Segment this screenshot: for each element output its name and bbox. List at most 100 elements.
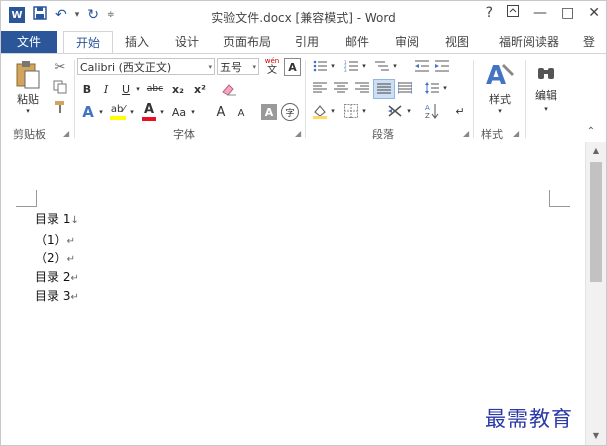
watermark-logo: 最需教育 bbox=[485, 407, 573, 431]
subscript-button[interactable]: x₂ bbox=[169, 80, 187, 98]
line-spacing-icon[interactable] bbox=[423, 80, 441, 96]
help-button[interactable]: ? bbox=[486, 5, 493, 21]
binoculars-icon[interactable] bbox=[531, 60, 561, 86]
underline-dropdown-icon[interactable]: ▾ bbox=[134, 80, 142, 98]
align-right-icon[interactable] bbox=[353, 80, 371, 96]
change-case-dropdown-icon[interactable]: ▾ bbox=[189, 102, 197, 122]
chinese-layout-dropdown-icon[interactable]: ▾ bbox=[405, 102, 413, 120]
phonetic-guide-button[interactable]: wén 文 bbox=[263, 55, 281, 77]
superscript-button[interactable]: x² bbox=[191, 80, 209, 98]
doc-paragraph[interactable]: 目录 2↵ bbox=[35, 268, 79, 285]
sort-icon[interactable]: AZ bbox=[423, 102, 441, 120]
clipboard-launcher-icon[interactable]: ◢ bbox=[63, 129, 69, 138]
bold-button[interactable]: B bbox=[79, 80, 95, 98]
paragraph-mark: ↵ bbox=[70, 273, 79, 284]
paragraph-mark: ↓ bbox=[70, 215, 79, 226]
paste-icon[interactable] bbox=[11, 58, 45, 92]
doc-paragraph[interactable]: 目录 3↵ bbox=[35, 287, 79, 304]
align-center-icon[interactable] bbox=[332, 80, 350, 96]
paste-label[interactable]: 粘贴 bbox=[11, 92, 45, 106]
italic-button[interactable]: I bbox=[98, 80, 114, 98]
shading-dropdown-icon[interactable]: ▾ bbox=[329, 102, 337, 120]
minimize-button[interactable]: — bbox=[533, 5, 547, 21]
paragraph-launcher-icon[interactable]: ◢ bbox=[463, 129, 469, 138]
show-paragraph-marks-icon[interactable]: ↵ bbox=[451, 102, 469, 120]
cut-icon[interactable]: ✂ bbox=[51, 58, 69, 76]
font-launcher-icon[interactable]: ◢ bbox=[295, 129, 301, 138]
scroll-down-icon[interactable]: ▼ bbox=[590, 430, 602, 442]
tab-home[interactable]: 开始 bbox=[63, 31, 113, 54]
numbering-icon[interactable]: 123 bbox=[342, 58, 360, 74]
styles-icon[interactable]: A bbox=[481, 58, 519, 92]
font-group-label: 字体 bbox=[173, 128, 195, 141]
paste-dropdown-icon[interactable]: ▾ bbox=[21, 106, 35, 116]
doc-paragraph[interactable]: （1）↵ bbox=[35, 231, 75, 248]
character-border-button[interactable]: A bbox=[284, 58, 301, 76]
doc-paragraph[interactable]: 目录 1↓ bbox=[35, 210, 79, 227]
format-painter-icon[interactable] bbox=[51, 98, 69, 116]
vertical-scrollbar[interactable]: ▲ ▼ bbox=[585, 142, 606, 445]
styles-launcher-icon[interactable]: ◢ bbox=[513, 129, 519, 138]
tab-review[interactable]: 审阅 bbox=[385, 31, 429, 53]
grow-font-button[interactable]: A bbox=[213, 102, 229, 122]
scroll-up-icon[interactable]: ▲ bbox=[590, 145, 602, 157]
group-divider bbox=[473, 60, 474, 138]
decrease-indent-icon[interactable] bbox=[413, 58, 431, 74]
font-color-button[interactable]: A bbox=[140, 102, 158, 122]
character-shading-button[interactable]: A bbox=[261, 104, 277, 120]
text-highlight-button[interactable]: ab⁄ bbox=[108, 102, 128, 122]
clear-formatting-icon[interactable] bbox=[219, 80, 239, 98]
collapse-ribbon-icon[interactable]: ⌃ bbox=[583, 124, 599, 138]
bullets-icon[interactable] bbox=[311, 58, 329, 74]
shading-icon[interactable] bbox=[311, 102, 329, 120]
copy-icon[interactable] bbox=[51, 78, 69, 96]
justify-icon[interactable] bbox=[373, 79, 395, 99]
tab-view[interactable]: 视图 bbox=[435, 31, 479, 53]
tab-insert[interactable]: 插入 bbox=[115, 31, 159, 53]
styles-label[interactable]: 样式 bbox=[481, 92, 519, 106]
multilevel-list-icon[interactable] bbox=[373, 58, 391, 74]
ribbon-display-options-button[interactable] bbox=[507, 5, 520, 21]
text-effects-icon[interactable]: A bbox=[79, 102, 97, 122]
bullets-dropdown-icon[interactable]: ▾ bbox=[329, 58, 337, 74]
line-spacing-dropdown-icon[interactable]: ▾ bbox=[441, 80, 449, 96]
tab-design[interactable]: 设计 bbox=[165, 31, 209, 53]
tab-sign-in[interactable]: 登 bbox=[577, 31, 601, 53]
increase-indent-icon[interactable] bbox=[433, 58, 451, 74]
underline-button[interactable]: U bbox=[118, 80, 134, 98]
document-area[interactable] bbox=[1, 142, 585, 445]
multilevel-dropdown-icon[interactable]: ▾ bbox=[391, 58, 399, 74]
tab-page-layout[interactable]: 页面布局 bbox=[215, 31, 279, 53]
enclose-characters-button[interactable]: 字 bbox=[281, 103, 299, 121]
shrink-font-button[interactable]: A bbox=[233, 104, 249, 122]
strikethrough-button[interactable]: abc bbox=[144, 80, 166, 98]
editing-label[interactable]: 编辑 bbox=[529, 88, 563, 102]
scrollbar-thumb[interactable] bbox=[590, 162, 602, 282]
numbering-dropdown-icon[interactable]: ▾ bbox=[360, 58, 368, 74]
text-effects-dropdown-icon[interactable]: ▾ bbox=[97, 102, 105, 122]
highlight-dropdown-icon[interactable]: ▾ bbox=[128, 102, 136, 122]
word-window: W ↶ ▾ ↻ ≑ 实验文件.docx [兼容模式] - Word ? — □ … bbox=[0, 0, 607, 446]
tab-file[interactable]: 文件 bbox=[1, 31, 57, 53]
styles-dropdown-icon[interactable]: ▾ bbox=[493, 106, 507, 116]
doc-paragraph[interactable]: （2）↵ bbox=[35, 249, 75, 266]
clipboard-group-label: 剪贴板 bbox=[13, 128, 46, 141]
chevron-down-icon: ▾ bbox=[252, 62, 256, 71]
align-left-icon[interactable] bbox=[311, 80, 329, 96]
borders-dropdown-icon[interactable]: ▾ bbox=[360, 102, 368, 120]
borders-icon[interactable] bbox=[342, 102, 360, 120]
paragraph-text: （1） bbox=[35, 233, 67, 247]
maximize-button[interactable]: □ bbox=[561, 5, 574, 21]
editing-dropdown-icon[interactable]: ▾ bbox=[539, 104, 553, 114]
font-color-dropdown-icon[interactable]: ▾ bbox=[158, 102, 166, 122]
distributed-icon[interactable] bbox=[396, 80, 414, 96]
tab-mailings[interactable]: 邮件 bbox=[335, 31, 379, 53]
tab-foxit-reader[interactable]: 福昕阅读器 bbox=[485, 31, 573, 53]
font-name-select[interactable]: Calibri (西文正文) ▾ bbox=[77, 58, 215, 75]
tab-references[interactable]: 引用 bbox=[285, 31, 329, 53]
change-case-button[interactable]: Aa bbox=[169, 102, 189, 122]
close-button[interactable]: ✕ bbox=[588, 5, 600, 21]
font-size-select[interactable]: 五号 ▾ bbox=[217, 58, 259, 75]
chinese-layout-icon[interactable] bbox=[385, 102, 405, 120]
window-controls: ? — □ ✕ bbox=[486, 5, 600, 21]
